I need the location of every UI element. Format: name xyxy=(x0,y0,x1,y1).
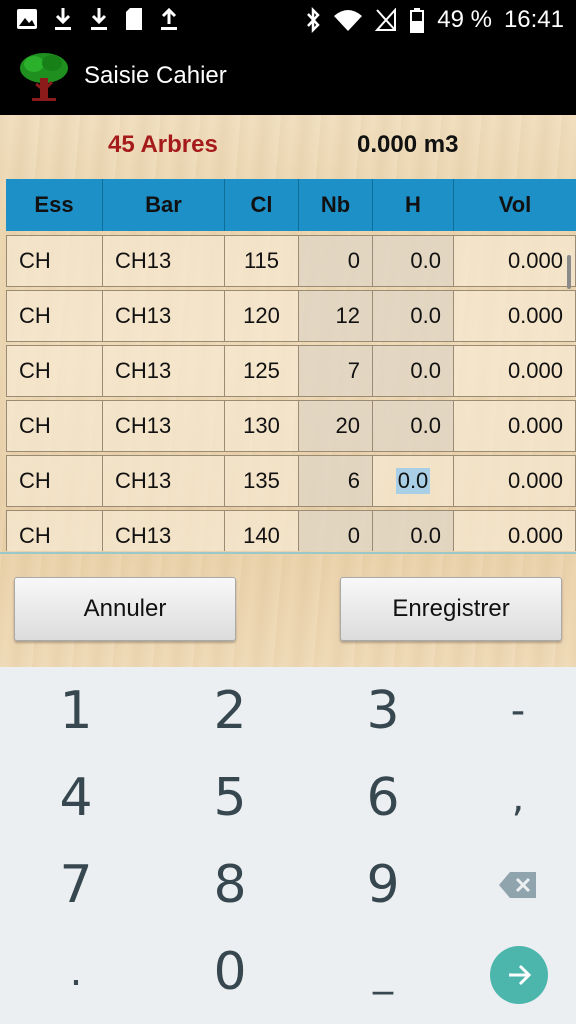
cell-cl[interactable]: 120 xyxy=(225,290,299,342)
cell-h[interactable]: 0.0 xyxy=(373,235,454,287)
cell-bar[interactable]: CH13 xyxy=(103,345,225,397)
bluetooth-icon xyxy=(307,7,320,33)
cell-nb[interactable]: 7 xyxy=(299,345,373,397)
divider xyxy=(0,552,576,554)
key-4[interactable]: 4 xyxy=(26,758,126,838)
key-underscore[interactable]: _ xyxy=(333,932,433,1012)
key-5[interactable]: 5 xyxy=(180,758,280,838)
key-1[interactable]: 1 xyxy=(26,671,126,751)
status-bar: 49 % 16:41 xyxy=(0,0,576,40)
save-button[interactable]: Enregistrer xyxy=(340,577,562,641)
cell-bar[interactable]: CH13 xyxy=(103,510,225,551)
cell-bar[interactable]: CH13 xyxy=(103,235,225,287)
table-row[interactable]: CH CH13 120 12 0.0 0.000 xyxy=(6,290,576,342)
cell-cl[interactable]: 140 xyxy=(225,510,299,551)
cell-nb[interactable]: 6 xyxy=(299,455,373,507)
table-scrollbar[interactable] xyxy=(567,255,571,289)
app-bar: Saisie Cahier xyxy=(0,40,576,115)
column-header-nb[interactable]: Nb xyxy=(299,179,373,231)
tree-icon xyxy=(20,53,68,101)
cell-vol[interactable]: 0.000 xyxy=(454,290,576,342)
cell-bar[interactable]: CH13 xyxy=(103,290,225,342)
cell-nb[interactable]: 20 xyxy=(299,400,373,452)
total-volume: 0.000 m3 xyxy=(357,131,459,158)
cell-vol[interactable]: 0.000 xyxy=(454,400,576,452)
download-icon xyxy=(55,8,71,30)
cancel-button[interactable]: Annuler xyxy=(14,577,236,641)
page-title: Saisie Cahier xyxy=(84,62,227,89)
cell-ess[interactable]: CH xyxy=(6,510,103,551)
key-7[interactable]: 7 xyxy=(26,845,126,925)
key-9[interactable]: 9 xyxy=(333,845,433,925)
cell-h[interactable]: 0.0 xyxy=(373,510,454,551)
selected-value[interactable]: 0.0 xyxy=(395,468,431,494)
enter-key[interactable] xyxy=(490,946,548,1004)
backspace-key[interactable] xyxy=(468,845,568,925)
cell-cl[interactable]: 130 xyxy=(225,400,299,452)
notification-icons xyxy=(16,6,180,32)
cell-ess[interactable]: CH xyxy=(6,455,103,507)
cell-cl[interactable]: 135 xyxy=(225,455,299,507)
system-status: 49 % 16:41 xyxy=(305,0,564,40)
cell-ess[interactable]: CH xyxy=(6,235,103,287)
main-content: 45 Arbres 0.000 m3 Ess Bar Cl Nb H Vol C… xyxy=(0,115,576,667)
key-0[interactable]: 0 xyxy=(180,932,280,1012)
cell-vol[interactable]: 0.000 xyxy=(454,455,576,507)
clock: 16:41 xyxy=(503,6,564,33)
no-signal-icon xyxy=(375,8,397,31)
key-2[interactable]: 2 xyxy=(180,671,280,751)
wifi-icon xyxy=(334,10,363,31)
key-8[interactable]: 8 xyxy=(180,845,280,925)
backspace-icon xyxy=(499,872,536,898)
cell-bar[interactable]: CH13 xyxy=(103,400,225,452)
cell-nb[interactable]: 0 xyxy=(299,510,373,551)
cell-ess[interactable]: CH xyxy=(6,290,103,342)
column-header-vol[interactable]: Vol xyxy=(454,179,576,231)
table-row[interactable]: CH CH13 130 20 0.0 0.000 xyxy=(6,400,576,452)
image-icon xyxy=(17,9,37,29)
key-3[interactable]: 3 xyxy=(333,671,433,751)
cell-cl[interactable]: 115 xyxy=(225,235,299,287)
cell-cl[interactable]: 125 xyxy=(225,345,299,397)
table-body[interactable]: CH CH13 115 0 0.0 0.000 CH CH13 120 12 0… xyxy=(6,235,576,551)
key-minus[interactable]: - xyxy=(468,671,568,751)
table-row[interactable]: CH CH13 115 0 0.0 0.000 xyxy=(6,235,576,287)
cell-vol[interactable]: 0.000 xyxy=(454,235,576,287)
cell-h[interactable]: 0.0 xyxy=(373,400,454,452)
column-header-h[interactable]: H xyxy=(373,179,454,231)
table-row[interactable]: CH CH13 135 6 0.0 0.000 xyxy=(6,455,576,507)
battery-icon xyxy=(410,8,425,33)
numeric-keyboard: 1 2 3 - 4 5 6 , 7 8 9 . 0 _ xyxy=(0,667,576,1024)
table-row[interactable]: CH CH13 125 7 0.0 0.000 xyxy=(6,345,576,397)
arrow-right-icon xyxy=(509,964,532,986)
sd-card-icon xyxy=(126,8,142,30)
column-header-ess[interactable]: Ess xyxy=(6,179,103,231)
battery-percent: 49 % xyxy=(437,6,492,33)
cell-vol[interactable]: 0.000 xyxy=(454,510,576,551)
cell-nb[interactable]: 12 xyxy=(299,290,373,342)
cell-ess[interactable]: CH xyxy=(6,400,103,452)
table-row[interactable]: CH CH13 140 0 0.0 0.000 xyxy=(6,510,576,551)
table-header: Ess Bar Cl Nb H Vol xyxy=(6,179,576,231)
cell-ess[interactable]: CH xyxy=(6,345,103,397)
tree-count: 45 Arbres xyxy=(108,131,218,158)
column-header-cl[interactable]: Cl xyxy=(225,179,299,231)
download-icon xyxy=(91,8,107,30)
key-comma[interactable]: , xyxy=(468,758,568,838)
cell-nb[interactable]: 0 xyxy=(299,235,373,287)
cell-h-editing[interactable]: 0.0 xyxy=(373,455,454,507)
key-6[interactable]: 6 xyxy=(333,758,433,838)
key-period[interactable]: . xyxy=(26,932,126,1012)
cell-vol[interactable]: 0.000 xyxy=(454,345,576,397)
cell-h[interactable]: 0.0 xyxy=(373,345,454,397)
cell-bar[interactable]: CH13 xyxy=(103,455,225,507)
column-header-bar[interactable]: Bar xyxy=(103,179,225,231)
cell-h[interactable]: 0.0 xyxy=(373,290,454,342)
upload-icon xyxy=(161,7,177,30)
